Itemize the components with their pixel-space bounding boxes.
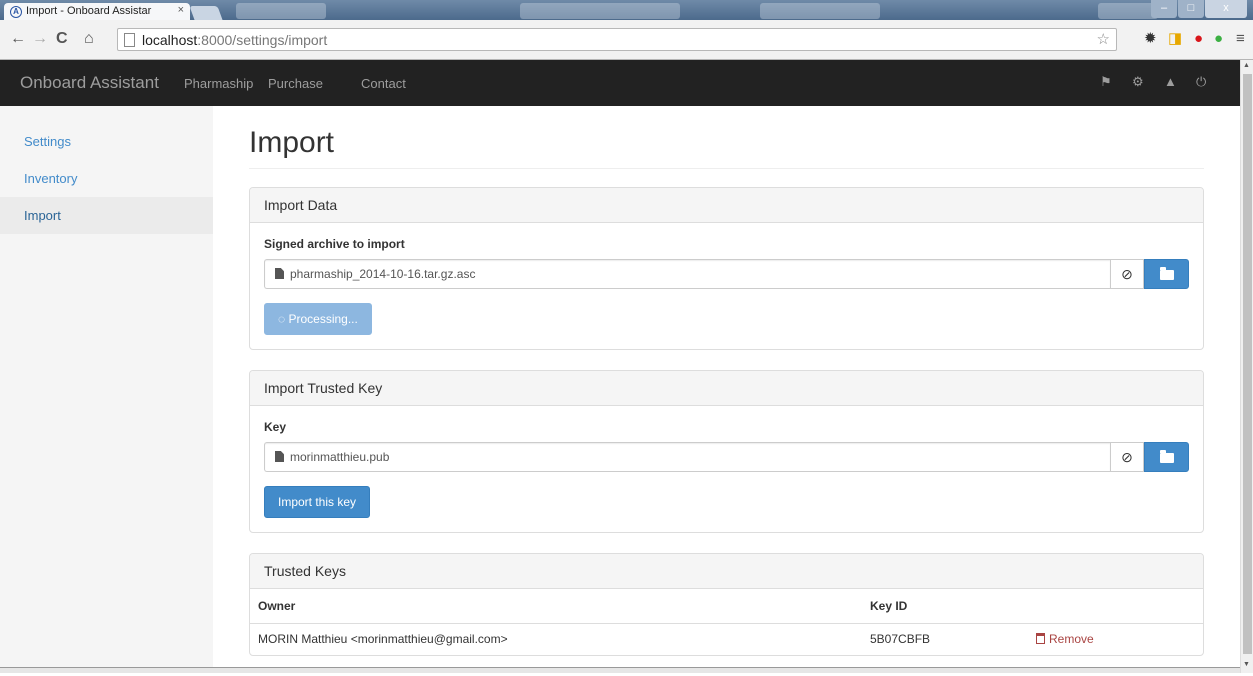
blurred-area — [520, 3, 680, 19]
sidebar: Settings Inventory Import — [0, 106, 213, 667]
browse-file-button[interactable] — [1144, 259, 1189, 289]
clear-file-button[interactable]: ⊘ — [1110, 259, 1144, 289]
archive-file-input-group: pharmaship_2014-10-16.tar.gz.asc ⊘ — [264, 259, 1189, 289]
home-icon[interactable]: ⌂ — [84, 28, 94, 50]
blurred-area — [760, 3, 880, 19]
panel-heading: Trusted Keys — [250, 554, 1203, 589]
scroll-up-icon[interactable]: ▲ — [1243, 62, 1250, 69]
table-row: MORIN Matthieu <morinmatthieu@gmail.com>… — [250, 623, 1203, 655]
app-navbar: Onboard Assistant Pharmaship Purchase Co… — [0, 60, 1240, 106]
browser-tab-strip: A Import - Onboard Assistar × – □ x — [0, 0, 1253, 20]
horizontal-scrollbar — [0, 667, 1240, 673]
nav-link-purchase[interactable]: Purchase — [268, 76, 323, 91]
file-icon — [275, 451, 284, 462]
panel-heading: Import Trusted Key — [250, 371, 1203, 406]
window-close-button[interactable]: x — [1205, 0, 1247, 18]
table-header-row: Owner Key ID — [250, 589, 1203, 624]
remove-key-link[interactable]: Remove — [1036, 632, 1094, 646]
puzzle-extension-icon[interactable]: ✹ — [1144, 28, 1157, 50]
power-icon[interactable]: ⏻ — [1196, 74, 1206, 90]
action-cell: Remove — [1028, 623, 1203, 655]
page-title: Import — [249, 126, 335, 159]
trusted-keys-panel: Trusted Keys Owner Key ID MORIN Matthieu… — [249, 553, 1204, 656]
folder-open-icon — [1160, 267, 1174, 280]
spinner-icon: ◌ — [278, 312, 286, 326]
folder-open-icon — [1160, 450, 1174, 463]
panel-body: Signed archive to import pharmaship_2014… — [250, 223, 1203, 349]
sidebar-item-inventory[interactable]: Inventory — [0, 160, 213, 197]
url-host: localhost — [142, 32, 198, 48]
tab-title: Import - Onboard Assistar — [26, 5, 152, 17]
column-header-owner: Owner — [250, 589, 862, 624]
page-scrollbar[interactable]: ▲ ▼ — [1240, 60, 1253, 673]
app-favicon-icon: A — [10, 6, 22, 18]
new-tab-button[interactable] — [189, 6, 223, 20]
sidebar-item-settings[interactable]: Settings — [0, 123, 213, 160]
menu-icon[interactable]: ≡ — [1236, 28, 1245, 50]
key-filename: morinmatthieu.pub — [290, 450, 390, 464]
panel-heading: Import Data — [250, 188, 1203, 223]
address-bar[interactable]: localhost:8000/settings/import ☆ — [117, 28, 1117, 51]
blurred-area — [1098, 3, 1158, 19]
maximize-button[interactable]: □ — [1178, 0, 1204, 18]
key-id-cell: 5B07CBFB — [870, 632, 931, 647]
url-path: :8000/settings/import — [197, 32, 328, 48]
user-icon[interactable]: ▲ — [1164, 74, 1177, 90]
import-data-panel: Import Data Signed archive to import pha… — [249, 187, 1204, 350]
adblock-extension-icon[interactable]: ● — [1194, 28, 1203, 50]
archive-file-field[interactable]: pharmaship_2014-10-16.tar.gz.asc — [264, 259, 1110, 289]
leaf-extension-icon[interactable]: ● — [1214, 28, 1223, 50]
panel-body: Key morinmatthieu.pub ⊘ Import this key — [250, 406, 1203, 532]
column-header-actions — [1028, 589, 1203, 624]
key-file-input-group: morinmatthieu.pub ⊘ — [264, 442, 1189, 472]
trusted-keys-table: Owner Key ID MORIN Matthieu <morinmatthi… — [250, 589, 1203, 655]
browser-tab-active[interactable]: A Import - Onboard Assistar × — [4, 3, 190, 20]
remove-label: Remove — [1049, 632, 1094, 647]
processing-button[interactable]: ◌ Processing... — [264, 303, 372, 335]
column-header-key-id: Key ID — [862, 589, 1028, 624]
tab-close-icon[interactable]: × — [178, 4, 184, 16]
flag-icon[interactable]: ⚑ — [1100, 74, 1112, 90]
sidebar-item-import[interactable]: Import — [0, 197, 213, 234]
archive-filename: pharmaship_2014-10-16.tar.gz.asc — [290, 267, 476, 281]
scroll-thumb[interactable] — [1243, 74, 1252, 654]
key-file-field[interactable]: morinmatthieu.pub — [264, 442, 1110, 472]
window-controls: – □ x — [1150, 0, 1247, 18]
minimize-button[interactable]: – — [1151, 0, 1177, 18]
page-icon — [124, 33, 135, 47]
navbar-brand[interactable]: Onboard Assistant — [20, 73, 159, 93]
clear-file-button[interactable]: ⊘ — [1110, 442, 1144, 472]
field-label: Key — [264, 420, 287, 434]
processing-label: Processing... — [288, 312, 358, 326]
import-key-button[interactable]: Import this key — [264, 486, 371, 518]
browse-file-button[interactable] — [1144, 442, 1189, 472]
main-content: Import Import Data Signed archive to imp… — [249, 106, 1204, 676]
browser-toolbar: ← → C ⌂ localhost:8000/settings/import ☆… — [0, 20, 1253, 60]
reload-icon[interactable]: C — [56, 28, 68, 50]
trash-icon — [1036, 633, 1045, 645]
scroll-down-icon[interactable]: ▼ — [1243, 661, 1250, 668]
plug-extension-icon[interactable]: ◨ — [1168, 28, 1182, 50]
back-arrow-icon[interactable]: ← — [10, 28, 26, 50]
forward-arrow-icon[interactable]: → — [32, 28, 48, 50]
gear-icon[interactable]: ⚙ — [1132, 74, 1144, 90]
file-icon — [275, 268, 284, 279]
page-header: Import — [249, 126, 1204, 169]
nav-link-contact[interactable]: Contact — [361, 76, 406, 91]
owner-cell: MORIN Matthieu <morinmatthieu@gmail.com> — [258, 632, 508, 647]
nav-link-pharmaship[interactable]: Pharmaship — [184, 76, 253, 91]
bookmark-star-icon[interactable]: ☆ — [1097, 30, 1110, 48]
import-key-panel: Import Trusted Key Key morinmatthieu.pub… — [249, 370, 1204, 533]
field-label: Signed archive to import — [264, 237, 405, 251]
blurred-area — [236, 3, 326, 19]
